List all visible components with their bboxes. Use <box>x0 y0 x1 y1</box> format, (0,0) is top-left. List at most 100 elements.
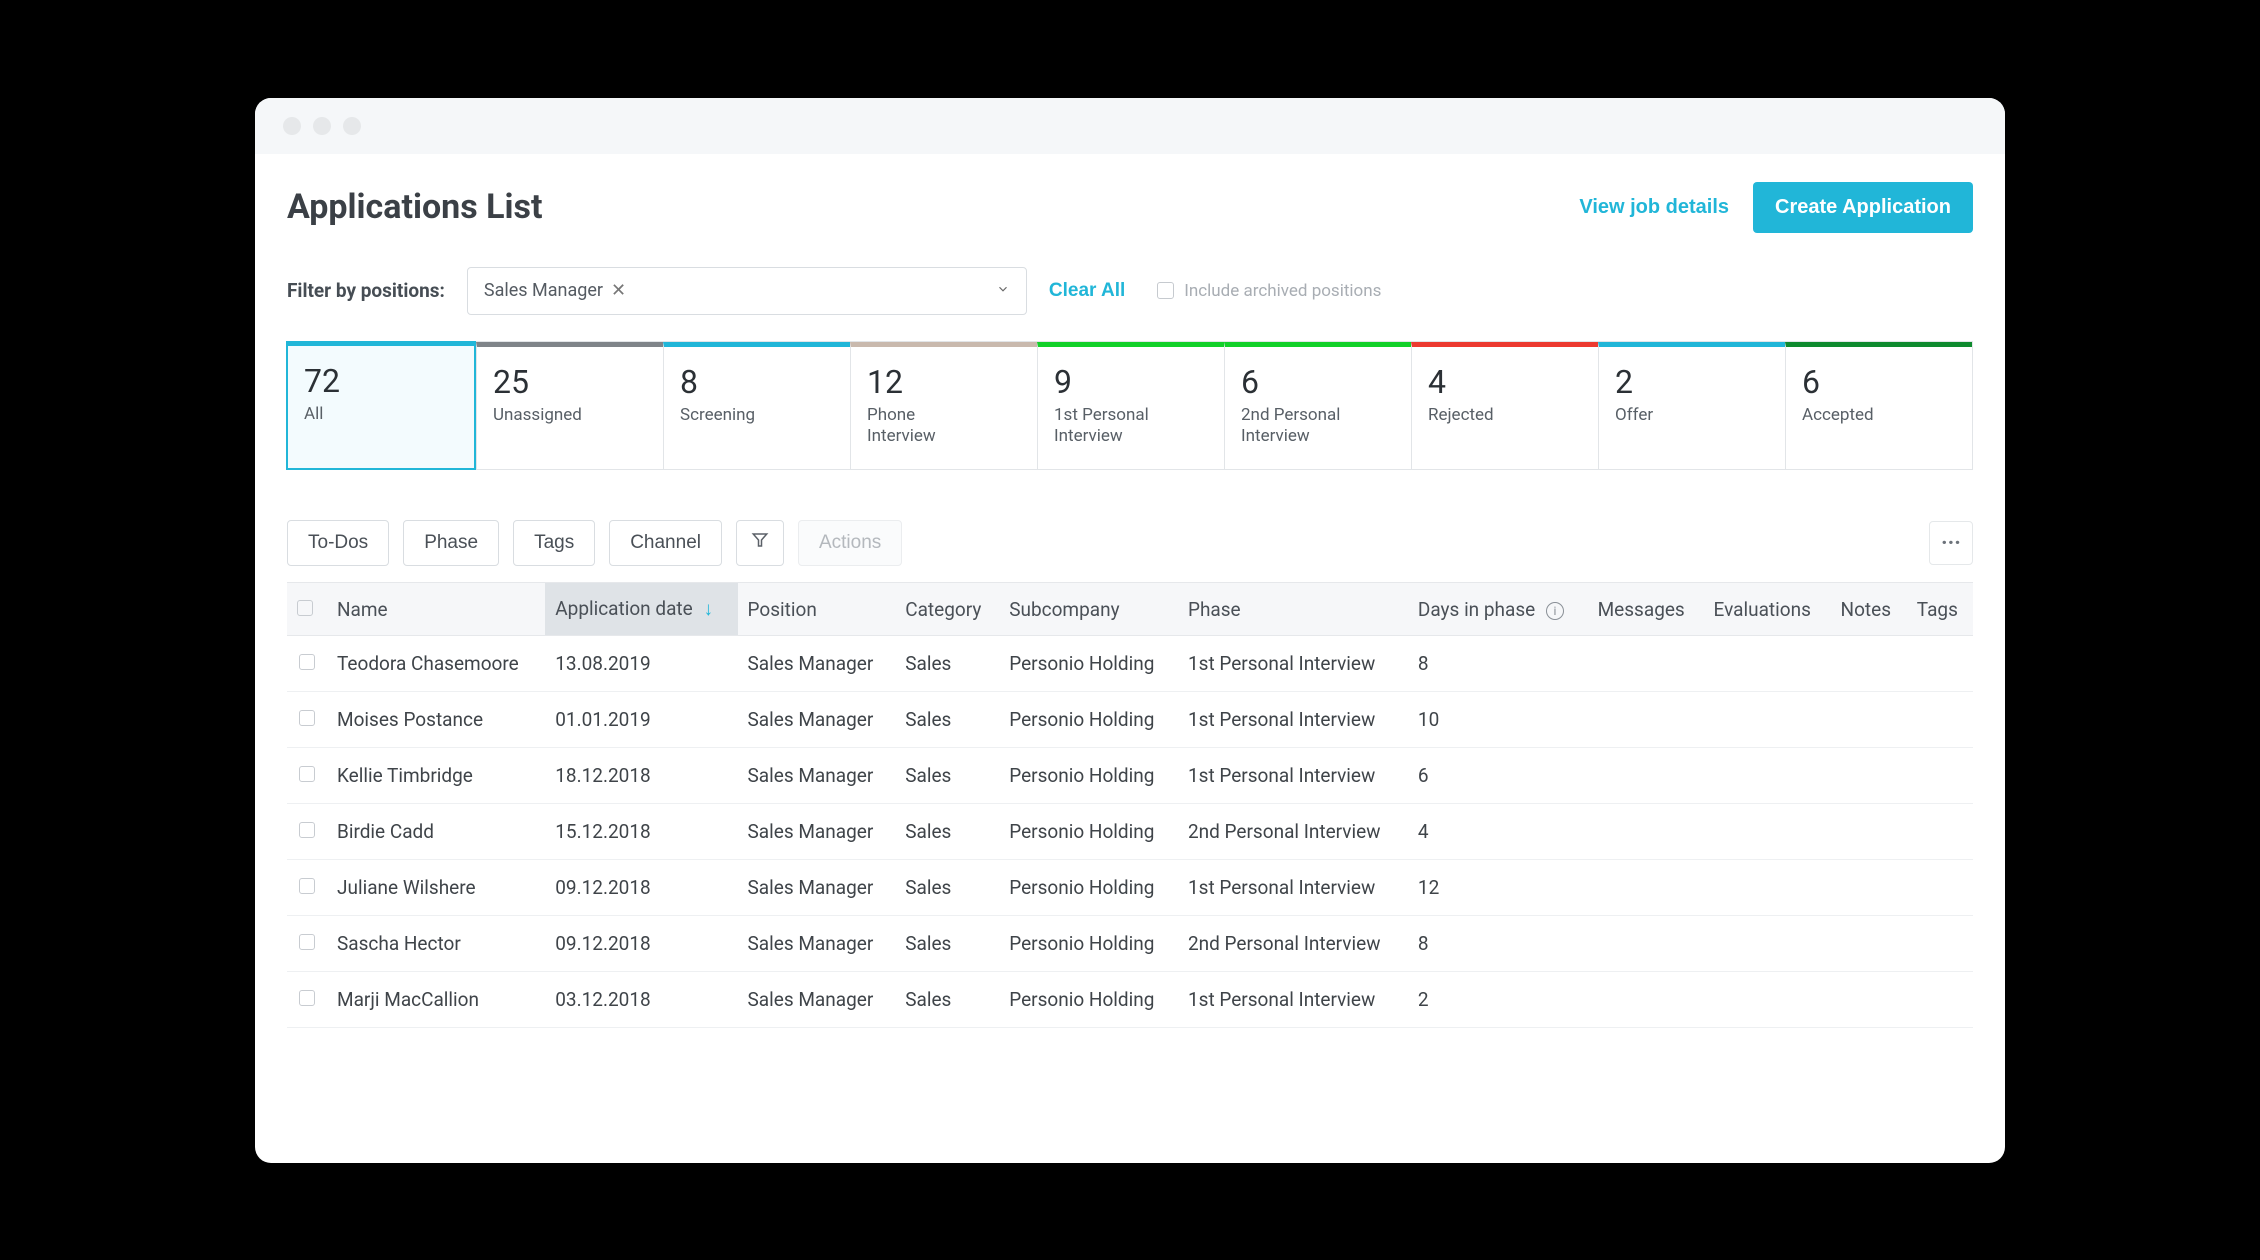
position-filter-select[interactable]: Sales Manager ✕ <box>467 267 1027 315</box>
row-checkbox[interactable] <box>299 654 315 670</box>
phase-filter-button[interactable]: Phase <box>403 520 499 566</box>
cell-application-date: 09.12.2018 <box>545 916 737 972</box>
cell-position: Sales Manager <box>738 916 896 972</box>
more-button[interactable]: ··· <box>1929 521 1973 565</box>
row-select[interactable] <box>287 972 327 1028</box>
row-select[interactable] <box>287 916 327 972</box>
cell-notes <box>1831 804 1907 860</box>
window-close-icon[interactable] <box>283 117 301 135</box>
channel-filter-button[interactable]: Channel <box>609 520 722 566</box>
stage-tab[interactable]: 62nd PersonalInterview <box>1224 342 1411 470</box>
stage-tab[interactable]: 25Unassigned <box>476 342 663 470</box>
cell-notes <box>1831 972 1907 1028</box>
cell-category: Sales <box>895 692 999 748</box>
cell-evaluations <box>1704 804 1831 860</box>
archived-checkbox[interactable] <box>1157 282 1174 299</box>
col-notes[interactable]: Notes <box>1831 583 1907 636</box>
archived-filter[interactable]: Include archived positions <box>1157 281 1381 301</box>
col-name[interactable]: Name <box>327 583 545 636</box>
stage-label: Rejected <box>1428 405 1582 426</box>
col-tags[interactable]: Tags <box>1907 583 1973 636</box>
row-select[interactable] <box>287 804 327 860</box>
cell-evaluations <box>1704 972 1831 1028</box>
cell-position: Sales Manager <box>738 692 896 748</box>
actions-button: Actions <box>798 520 902 566</box>
position-chip-remove-icon[interactable]: ✕ <box>611 280 626 301</box>
view-job-details-link[interactable]: View job details <box>1579 196 1729 219</box>
create-application-button[interactable]: Create Application <box>1753 182 1973 233</box>
cell-tags <box>1907 748 1973 804</box>
stage-tab[interactable]: 2Offer <box>1598 342 1785 470</box>
cell-position: Sales Manager <box>738 972 896 1028</box>
table-row[interactable]: Teodora Chasemoore13.08.2019Sales Manage… <box>287 636 1973 692</box>
col-evaluations[interactable]: Evaluations <box>1704 583 1831 636</box>
table-row[interactable]: Moises Postance01.01.2019Sales ManagerSa… <box>287 692 1973 748</box>
tags-filter-button[interactable]: Tags <box>513 520 595 566</box>
clear-all-button[interactable]: Clear All <box>1049 280 1125 302</box>
cell-application-date: 15.12.2018 <box>545 804 737 860</box>
row-select[interactable] <box>287 748 327 804</box>
window-minimize-icon[interactable] <box>313 117 331 135</box>
col-phase[interactable]: Phase <box>1178 583 1408 636</box>
col-application-date-label: Application date <box>555 597 692 620</box>
cell-category: Sales <box>895 860 999 916</box>
header-select-all[interactable] <box>287 583 327 636</box>
cell-name: Kellie Timbridge <box>327 748 545 804</box>
stage-tab[interactable]: 8Screening <box>663 342 850 470</box>
row-checkbox[interactable] <box>299 710 315 726</box>
cell-evaluations <box>1704 916 1831 972</box>
row-select[interactable] <box>287 692 327 748</box>
stage-tab[interactable]: 6Accepted <box>1785 342 1972 470</box>
cell-messages <box>1588 636 1704 692</box>
cell-tags <box>1907 972 1973 1028</box>
row-select[interactable] <box>287 860 327 916</box>
col-application-date[interactable]: Application date ↓ <box>545 583 737 636</box>
toolbar-left: To-Dos Phase Tags Channel Actions <box>287 520 902 566</box>
select-all-checkbox[interactable] <box>297 600 313 616</box>
row-checkbox[interactable] <box>299 766 315 782</box>
row-checkbox[interactable] <box>299 990 315 1006</box>
table-row[interactable]: Kellie Timbridge18.12.2018Sales ManagerS… <box>287 748 1973 804</box>
cell-messages <box>1588 916 1704 972</box>
row-checkbox[interactable] <box>299 822 315 838</box>
table-row[interactable]: Juliane Wilshere09.12.2018Sales ManagerS… <box>287 860 1973 916</box>
cell-subcompany: Personio Holding <box>999 972 1178 1028</box>
cell-notes <box>1831 748 1907 804</box>
cell-messages <box>1588 692 1704 748</box>
col-category[interactable]: Category <box>895 583 999 636</box>
todos-filter-button[interactable]: To-Dos <box>287 520 389 566</box>
applications-table: Name Application date ↓ Position Categor… <box>287 582 1973 1028</box>
table-header-row: Name Application date ↓ Position Categor… <box>287 583 1973 636</box>
table-row[interactable]: Birdie Cadd15.12.2018Sales ManagerSalesP… <box>287 804 1973 860</box>
cell-tags <box>1907 636 1973 692</box>
header-actions: View job details Create Application <box>1579 182 1973 233</box>
stage-tabs: 72All25Unassigned8Screening12PhoneInterv… <box>287 341 1973 471</box>
table-toolbar: To-Dos Phase Tags Channel Actions ··· <box>287 520 1973 566</box>
window-maximize-icon[interactable] <box>343 117 361 135</box>
cell-subcompany: Personio Holding <box>999 804 1178 860</box>
cell-notes <box>1831 692 1907 748</box>
col-subcompany[interactable]: Subcompany <box>999 583 1178 636</box>
col-messages[interactable]: Messages <box>1588 583 1704 636</box>
info-icon[interactable]: i <box>1546 602 1564 620</box>
page-title: Applications List <box>287 187 543 227</box>
stage-count: 6 <box>1802 363 1956 401</box>
stage-tab[interactable]: 12PhoneInterview <box>850 342 1037 470</box>
filters-button[interactable] <box>736 520 784 566</box>
col-days-in-phase[interactable]: Days in phase i <box>1408 583 1588 636</box>
table-row[interactable]: Marji MacCallion03.12.2018Sales ManagerS… <box>287 972 1973 1028</box>
stage-tab[interactable]: 91st PersonalInterview <box>1037 342 1224 470</box>
stage-label: 1st PersonalInterview <box>1054 405 1208 448</box>
stage-tab[interactable]: 72All <box>286 341 476 471</box>
cell-application-date: 03.12.2018 <box>545 972 737 1028</box>
table-row[interactable]: Sascha Hector09.12.2018Sales ManagerSale… <box>287 916 1973 972</box>
col-position[interactable]: Position <box>738 583 896 636</box>
cell-name: Sascha Hector <box>327 916 545 972</box>
sort-desc-icon: ↓ <box>703 597 713 620</box>
row-checkbox[interactable] <box>299 878 315 894</box>
stage-tab[interactable]: 4Rejected <box>1411 342 1598 470</box>
row-select[interactable] <box>287 636 327 692</box>
app-window: Applications List View job details Creat… <box>255 98 2005 1163</box>
stage-label: Offer <box>1615 405 1769 426</box>
row-checkbox[interactable] <box>299 934 315 950</box>
